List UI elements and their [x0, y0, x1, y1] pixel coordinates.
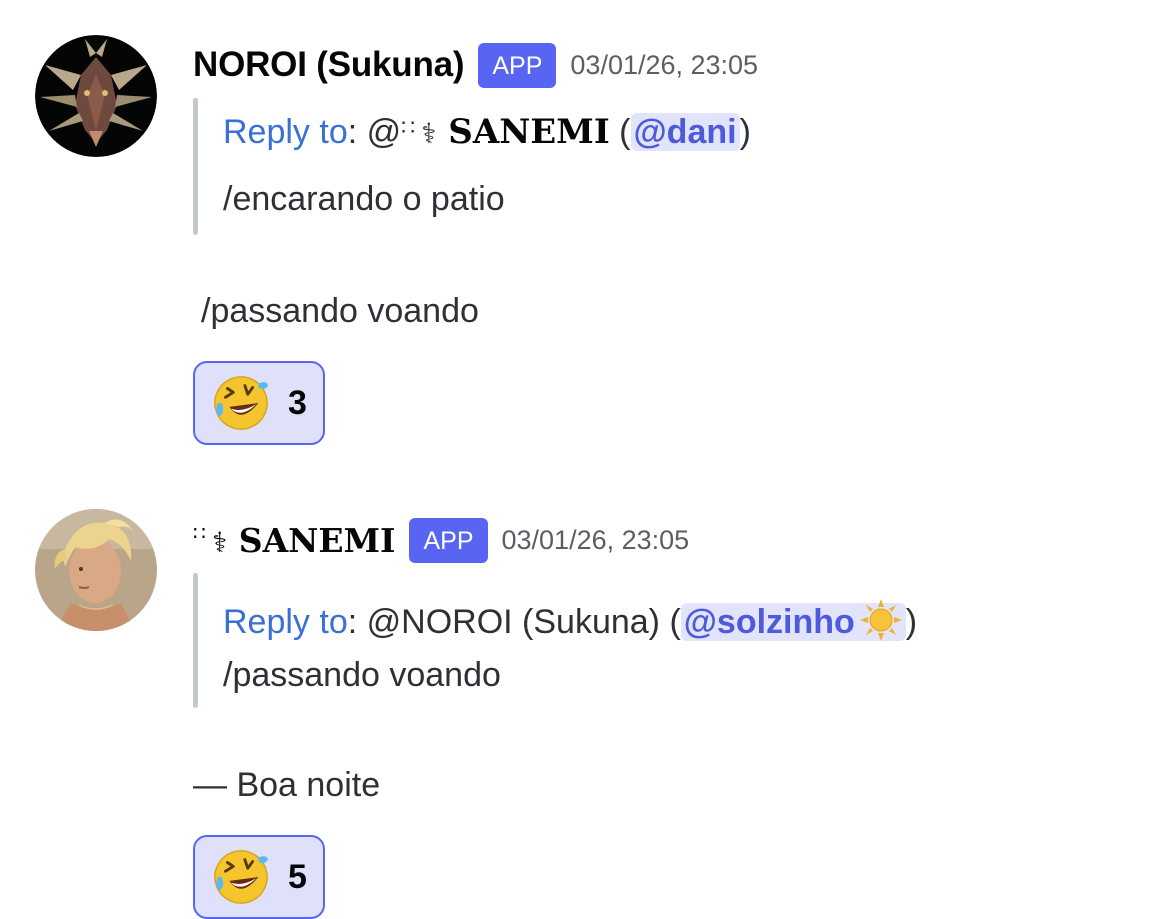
reply-line: Reply to: @NOROI (Sukuna) (@solzinho ) [223, 598, 917, 642]
user-mention[interactable]: @solzinho [680, 599, 906, 641]
timestamp: 03/01/26, 23:05 [570, 49, 759, 80]
message-item: NOROI (Sukuna) APP 03/01/26, 23:05 Reply… [0, 0, 1170, 470]
reply-user-name: SANEMI [436, 112, 610, 152]
decorative-dots: ∷ [401, 115, 422, 140]
reply-prefix: : @NOROI (Sukuna) ( [347, 603, 681, 641]
user-mention[interactable]: @dani [630, 113, 740, 151]
reaction-count: 3 [288, 383, 307, 422]
dragon-head-avatar[interactable] [35, 35, 157, 157]
author-name-text: SANEMI [227, 520, 396, 560]
reply-to-label[interactable]: Reply to [223, 603, 348, 641]
message-header: ∷ ⚕ SANEMI APP 03/01/26, 23:05 [193, 515, 689, 565]
reply-to-label[interactable]: Reply to [223, 113, 348, 151]
reply-text: /passando voando [223, 656, 501, 694]
message-header: NOROI (Sukuna) APP 03/01/26, 23:05 [193, 40, 758, 90]
open-paren: ( [609, 113, 631, 151]
timestamp: 03/01/26, 23:05 [501, 524, 690, 555]
anchor-symbol: ⚕ [212, 525, 228, 559]
app-badge: APP [478, 42, 557, 88]
reply-prefix: : @ [347, 113, 402, 151]
decorative-dots: ∷ [193, 520, 213, 545]
message-body: /passando voando [201, 292, 479, 330]
author-name[interactable]: NOROI (Sukuna) [193, 45, 465, 85]
rolling-on-floor-laughing-icon [214, 376, 269, 430]
quote-bar [193, 573, 198, 708]
close-paren: ) [905, 603, 918, 641]
reaction-button[interactable]: 3 [193, 361, 325, 445]
reaction-button[interactable]: 5 [193, 835, 325, 919]
message-body: — Boa noite [193, 766, 381, 804]
reply-line: Reply to: @∷ ⚕ SANEMI (@dani) [223, 112, 751, 152]
app-badge: APP [409, 517, 488, 563]
reply-text: /encarando o patio [223, 180, 505, 218]
blond-person-avatar[interactable] [35, 509, 157, 631]
author-name[interactable]: ∷ ⚕ SANEMI [193, 521, 395, 560]
quote-bar [193, 98, 198, 235]
close-paren: ) [739, 113, 751, 151]
anchor-symbol: ⚕ [421, 117, 437, 150]
sun-icon [859, 599, 902, 641]
reaction-count: 5 [288, 857, 307, 896]
rolling-on-floor-laughing-icon [214, 850, 269, 904]
message-item: ∷ ⚕ SANEMI APP 03/01/26, 23:05 Reply to:… [0, 470, 1170, 919]
mention-text: @solzinho [683, 603, 855, 641]
